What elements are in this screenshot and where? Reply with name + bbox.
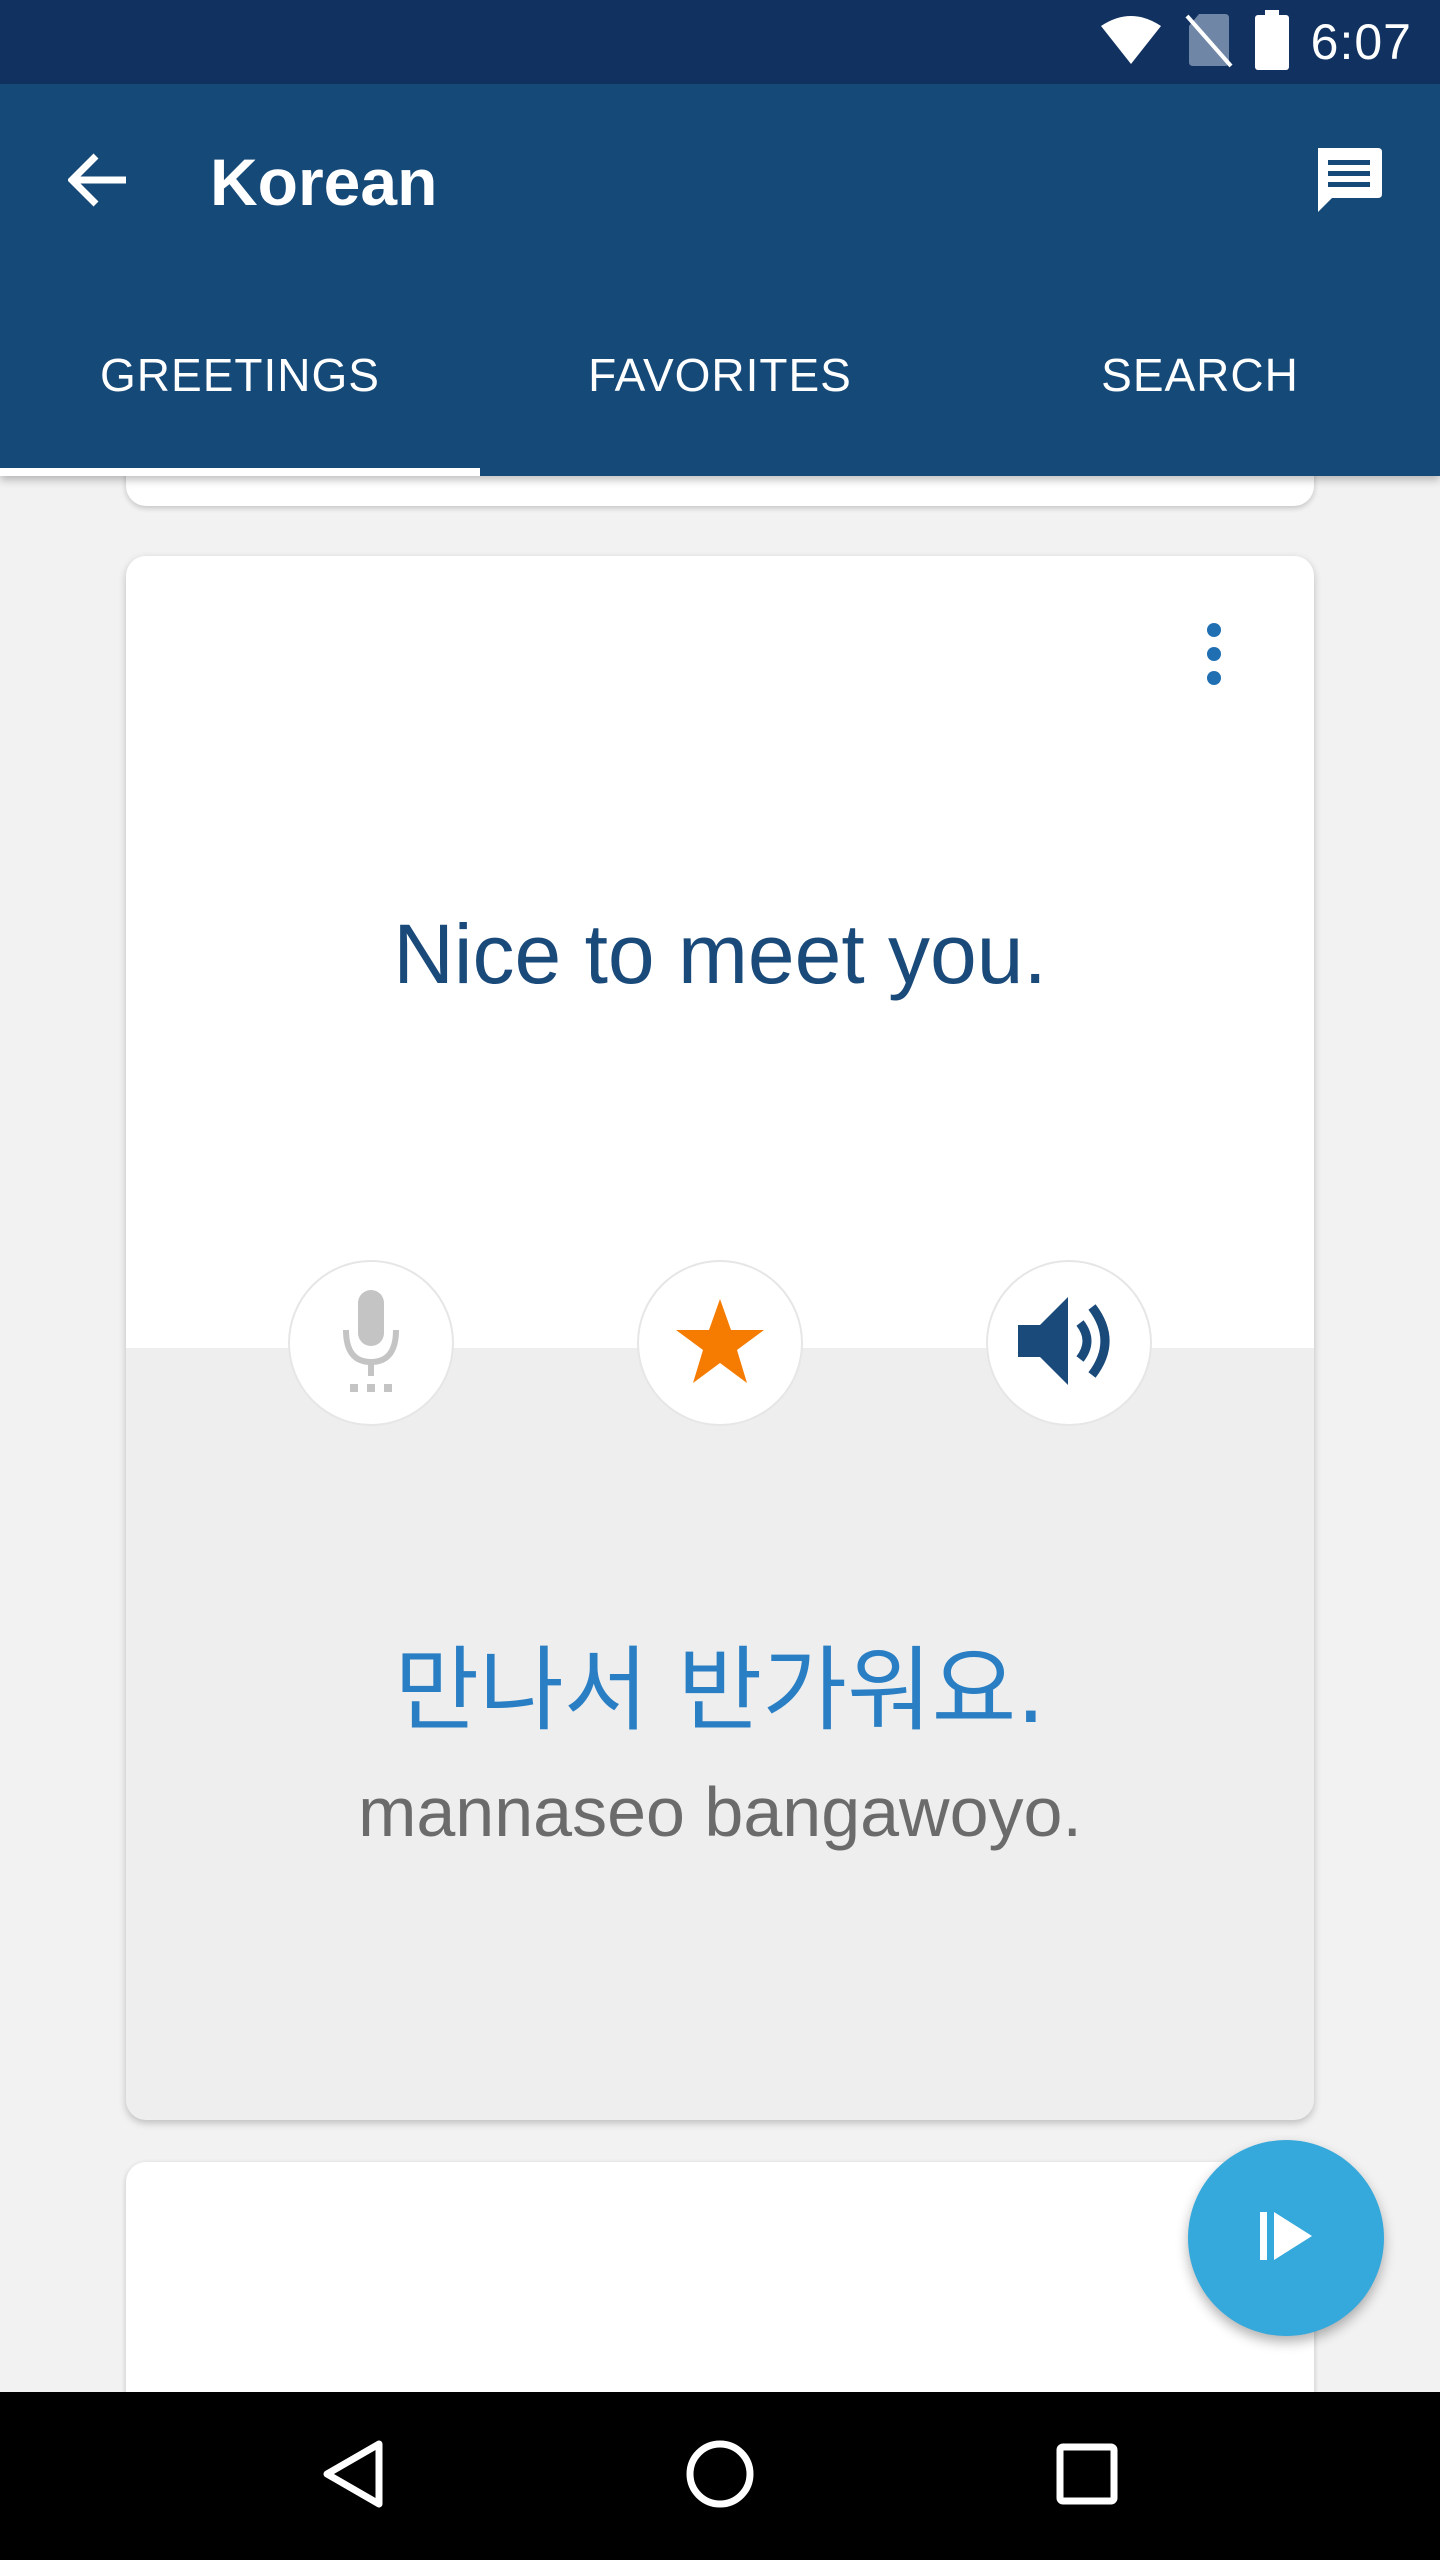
- nav-home-button[interactable]: [660, 2416, 780, 2536]
- status-bar: 6:07: [0, 0, 1440, 84]
- tab-greetings[interactable]: GREETINGS: [0, 294, 480, 476]
- romanization-text: mannaseo bangawoyo.: [358, 1773, 1082, 1851]
- phrase-card[interactable]: Nice to meet you. 만나서 반가워요. mannaseo ban…: [126, 556, 1314, 2120]
- status-time: 6:07: [1310, 14, 1412, 70]
- speaker-icon: [1014, 1291, 1124, 1396]
- star-icon: [674, 1297, 766, 1390]
- next-phrase-card[interactable]: [126, 2162, 1314, 2392]
- no-sim-icon: [1185, 12, 1233, 73]
- play-audio-button[interactable]: [986, 1260, 1152, 1426]
- phrase-text: Nice to meet you.: [393, 907, 1047, 1001]
- arrow-left-icon: [67, 152, 128, 213]
- more-vert-icon: [1204, 622, 1224, 691]
- battery-icon: [1254, 9, 1289, 75]
- translation-text: 만나서 반가워요.: [394, 1637, 1046, 1744]
- favorite-button[interactable]: [637, 1260, 803, 1426]
- home-circle-icon: [684, 2438, 756, 2515]
- tab-favorites[interactable]: FAVORITES: [480, 294, 960, 476]
- recents-square-icon: [1055, 2442, 1119, 2511]
- previous-phrase-card[interactable]: [126, 476, 1314, 506]
- record-button[interactable]: [288, 1260, 454, 1426]
- wifi-icon: [1099, 14, 1163, 71]
- tab-search[interactable]: SEARCH: [960, 294, 1440, 476]
- microphone-icon: [336, 1286, 406, 1401]
- app-bar: Korean GREETINGS FAVORITES SEARCH: [0, 84, 1440, 476]
- navigation-bar: [0, 2392, 1440, 2560]
- chat-button[interactable]: [1300, 134, 1396, 230]
- tab-bar: GREETINGS FAVORITES SEARCH: [0, 294, 1440, 476]
- nav-recents-button[interactable]: [1027, 2416, 1147, 2536]
- back-button[interactable]: [50, 134, 146, 230]
- autoplay-button[interactable]: [1188, 2140, 1384, 2336]
- play-icon: [1256, 2206, 1316, 2271]
- nav-back-button[interactable]: [293, 2416, 413, 2536]
- more-options-button[interactable]: [1184, 616, 1244, 696]
- chat-icon: [1312, 144, 1384, 221]
- page-title: Korean: [210, 145, 438, 219]
- back-triangle-icon: [321, 2438, 385, 2515]
- phrase-list[interactable]: Nice to meet you. 만나서 반가워요. mannaseo ban…: [0, 476, 1440, 2392]
- status-icons: 6:07: [1099, 0, 1412, 84]
